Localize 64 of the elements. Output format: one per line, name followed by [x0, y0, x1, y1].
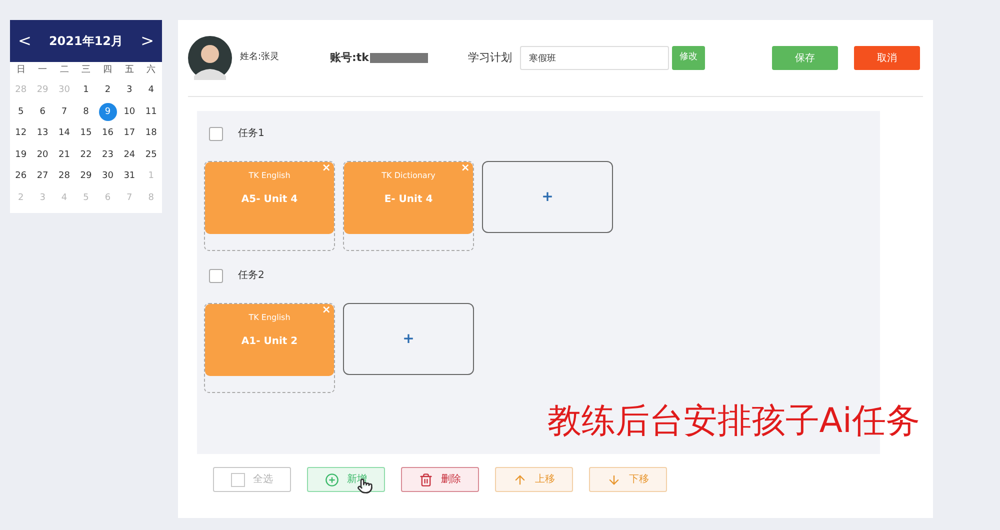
course-name: TK Dictionary	[382, 170, 436, 182]
calendar-day[interactable]: 29	[80, 170, 92, 184]
next-month-button[interactable]: >	[140, 33, 154, 49]
add-item-button[interactable]: +	[343, 303, 474, 375]
calendar-day[interactable]: 10	[124, 106, 136, 119]
weekday-label: 五	[124, 64, 135, 78]
calendar-day[interactable]: 14	[58, 127, 70, 140]
weekday-label: 日	[15, 64, 26, 78]
action-button[interactable]: 删除	[401, 467, 479, 492]
calendar-day[interactable]: 26	[15, 170, 27, 184]
calendar-day[interactable]: 15	[80, 127, 92, 140]
redaction-mark	[370, 53, 428, 63]
task-checkbox[interactable]	[209, 126, 223, 140]
calendar-day[interactable]: 1	[83, 84, 89, 98]
calendar-day[interactable]: 27	[36, 170, 48, 184]
plus-circle-icon	[325, 472, 339, 486]
trash-icon	[419, 472, 433, 486]
plan-field[interactable]: 寒假班	[520, 46, 669, 70]
account-label: 账号:tk	[330, 50, 369, 66]
weekday-label: 六	[146, 64, 157, 78]
calendar-day[interactable]: 13	[36, 127, 48, 140]
prev-month-button[interactable]: <	[18, 33, 32, 49]
avatar	[188, 36, 232, 80]
checkbox-icon	[231, 472, 245, 486]
calendar-day[interactable]: 6	[40, 106, 46, 119]
caption: 教练后台安排孩子Ai任务	[547, 400, 920, 443]
calendar-day[interactable]: 21	[58, 148, 70, 162]
calendar-day[interactable]: 28	[58, 170, 70, 184]
student-name: 姓名:张灵	[240, 51, 280, 64]
calendar-day[interactable]: 23	[102, 148, 114, 162]
task-checkbox[interactable]	[209, 268, 223, 282]
calendar-day[interactable]: 25	[145, 148, 157, 162]
calendar-day[interactable]: 4	[148, 84, 154, 98]
weekday-label: 二	[58, 64, 70, 78]
calendar-day[interactable]: 9	[98, 103, 117, 122]
course-name: TK English	[248, 312, 290, 324]
unit-name: A1- Unit 2	[241, 335, 298, 349]
calendar-day[interactable]: 7	[61, 106, 68, 119]
plan-label: 学习计划	[468, 50, 512, 66]
calendar-day[interactable]: 30	[102, 170, 114, 184]
calendar-day[interactable]: 18	[145, 127, 157, 140]
calendar-day[interactable]: 24	[124, 148, 136, 162]
course-name: TK English	[248, 170, 290, 182]
calendar-day[interactable]: 8	[83, 106, 89, 119]
calendar-day[interactable]: 11	[145, 106, 157, 119]
calendar-day[interactable]: 3	[126, 84, 132, 98]
month-title: 2021年12月	[48, 33, 124, 50]
calendar-day[interactable]: 2	[104, 84, 111, 98]
weekday-label: 一	[37, 64, 48, 78]
calendar-day[interactable]: 12	[15, 127, 27, 140]
calendar-day[interactable]: 16	[102, 127, 114, 140]
calendar-day[interactable]: 5	[18, 106, 24, 119]
calendar-day[interactable]: 19	[15, 148, 27, 162]
weekday-label: 四	[102, 64, 114, 78]
weekday-label: 三	[80, 64, 92, 78]
unit-name: A5- Unit 4	[241, 193, 298, 207]
calendar-day[interactable]: 22	[80, 148, 92, 162]
calendar-day[interactable]: 31	[124, 170, 136, 184]
task-title: 任务2	[238, 269, 264, 283]
unit-name: E- Unit 4	[384, 193, 433, 207]
calendar-day[interactable]: 17	[124, 127, 136, 140]
add-item-button[interactable]: +	[482, 161, 613, 233]
task-title: 任务1	[238, 127, 264, 141]
calendar-day[interactable]: 20	[36, 148, 48, 162]
